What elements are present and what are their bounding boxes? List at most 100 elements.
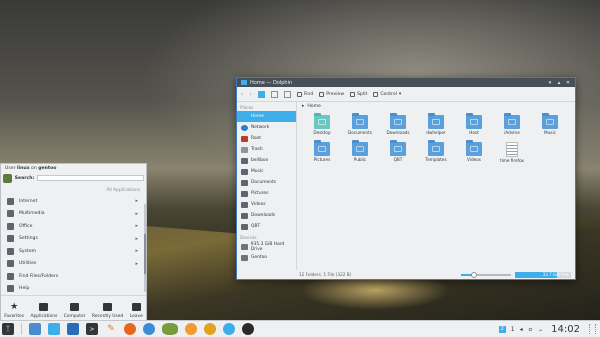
launcher-tab[interactable]: Applications (30, 303, 57, 319)
volume-icon[interactable]: ◂ (520, 326, 523, 333)
split-label: Split (357, 91, 368, 97)
launcher-tab[interactable]: ★ Favorites (4, 303, 24, 320)
folder-icon (241, 157, 248, 164)
preview-button[interactable]: Preview (319, 91, 344, 97)
dolphin-taskbar-icon[interactable] (48, 323, 60, 335)
file-label: Music (544, 130, 556, 135)
places-item[interactable]: Downloads (237, 210, 296, 221)
system-settings-icon[interactable] (223, 323, 235, 335)
file-item[interactable]: iAdvIne (493, 113, 531, 135)
folder-icon (314, 140, 330, 156)
launcher-category[interactable]: Find Files/Folders (1, 270, 146, 283)
status-text: 12 Folders, 1 File (322 B) (299, 272, 352, 277)
places-item[interactable]: Network (237, 122, 296, 133)
text-editor-icon[interactable]: ✎ (105, 323, 117, 335)
zoom-handle[interactable] (470, 271, 477, 278)
breadcrumb-home[interactable]: Home (307, 104, 321, 109)
folder-emblem-icon (318, 119, 326, 125)
places-label: Home (251, 114, 264, 119)
status-bar: 12 Folders, 1 File (322 B) 33.7 GiB free (237, 270, 575, 279)
scrollbar-thumb[interactable] (144, 234, 146, 274)
launcher-tab[interactable]: Leave (130, 303, 143, 319)
file-item[interactable]: Downloads (379, 113, 417, 135)
search-input[interactable] (37, 175, 144, 181)
tray-expand-icon[interactable]: ⌄ (538, 326, 543, 333)
pidgin-icon[interactable] (162, 323, 178, 335)
launcher-category[interactable]: Help (1, 283, 146, 296)
icons-view-button[interactable] (257, 90, 265, 98)
places-item[interactable]: Music (237, 166, 296, 177)
file-item[interactable]: Documents (341, 113, 379, 135)
launcher-category[interactable]: Utilities ▸ (1, 258, 146, 271)
browser-icon[interactable] (143, 323, 155, 335)
folder-icon (466, 140, 482, 156)
steam-icon[interactable] (242, 323, 254, 335)
launcher-category[interactable]: Internet ▸ (1, 195, 146, 208)
launcher-category[interactable]: Settings ▸ (1, 233, 146, 246)
file-label: Desktop (313, 130, 331, 135)
control-button[interactable]: Control ▾ (373, 91, 401, 97)
file-item[interactable]: Videos (455, 140, 493, 163)
launcher-scrollbar[interactable] (144, 204, 146, 292)
file-item[interactable]: dwhelper (417, 113, 455, 135)
maximize-icon[interactable]: ▴ (556, 80, 562, 86)
hard-drive-icon (241, 254, 248, 261)
file-item[interactable]: Host (455, 113, 493, 135)
network-tray-icon[interactable]: ㅇ (528, 325, 534, 334)
places-item[interactable]: bellibox (237, 155, 296, 166)
category-label: Settings (19, 236, 38, 242)
launcher-category[interactable]: Office ▸ (1, 220, 146, 233)
category-icon (7, 235, 14, 243)
places-item[interactable]: Home (237, 111, 296, 122)
places-item[interactable]: Pictures (237, 188, 296, 199)
breadcrumb[interactable]: ▸ Home (297, 102, 575, 111)
file-item[interactable]: QBT (379, 140, 417, 163)
media-player-icon[interactable] (204, 323, 216, 335)
chevron-right-icon: ▸ (135, 198, 138, 205)
details-view-button[interactable] (283, 90, 291, 98)
launcher-category[interactable]: System ▸ (1, 245, 146, 258)
find-button[interactable]: Find (296, 91, 314, 97)
launcher-category[interactable]: Multimedia ▸ (1, 208, 146, 221)
mail-icon[interactable] (67, 323, 79, 335)
file-item[interactable]: Public (341, 140, 379, 163)
forward-button[interactable]: › (249, 91, 251, 98)
device-item[interactable]: Gentoo (237, 252, 296, 263)
chevron-right-icon: ▸ (302, 104, 305, 109)
places-item[interactable]: Videos (237, 199, 296, 210)
file-item[interactable]: Pictures (303, 140, 341, 163)
launcher-tab-label: Recently Used (91, 314, 124, 319)
trash-icon (241, 146, 248, 153)
file-item[interactable]: Music (531, 113, 569, 135)
compact-view-button[interactable] (270, 90, 278, 98)
places-item[interactable]: Documents (237, 177, 296, 188)
places-item[interactable]: QBT (237, 221, 296, 232)
launcher-tab[interactable]: Computer (64, 303, 86, 319)
file-item[interactable]: Templates (417, 140, 455, 163)
close-icon[interactable]: ✕ (565, 80, 571, 86)
minimize-icon[interactable]: ▾ (547, 80, 553, 86)
category-label: Multimedia (19, 211, 45, 217)
rss-reader-icon[interactable] (185, 323, 197, 335)
launcher-tab[interactable]: Recently Used (92, 303, 123, 319)
places-item[interactable]: Trash (237, 144, 296, 155)
clock[interactable]: 14:02 (551, 324, 580, 335)
tray-badge-icon[interactable]: 2 (498, 325, 506, 333)
panel-grip-icon[interactable] (589, 324, 596, 334)
find-label: Find (303, 91, 314, 97)
firefox-icon[interactable] (124, 323, 136, 335)
tray-item-1[interactable]: 1 (511, 326, 515, 333)
device-item[interactable]: 935.3 GiB Hard Drive (237, 241, 296, 252)
back-button[interactable]: ‹ (241, 91, 243, 98)
file-item[interactable]: time firefox (493, 142, 531, 163)
terminal-icon[interactable]: > (86, 323, 98, 335)
file-label: Templates (425, 157, 447, 162)
places-item[interactable]: Root (237, 133, 296, 144)
zoom-slider[interactable] (461, 271, 511, 278)
window-list-icon[interactable] (29, 323, 41, 335)
split-button[interactable]: Split (350, 91, 368, 97)
launcher-button[interactable]: ᛏ (2, 323, 14, 335)
file-label: Host (469, 130, 479, 135)
window-titlebar[interactable]: Home — Dolphin ▾ ▴ ✕ (237, 78, 575, 87)
file-item[interactable]: Desktop (303, 113, 341, 135)
